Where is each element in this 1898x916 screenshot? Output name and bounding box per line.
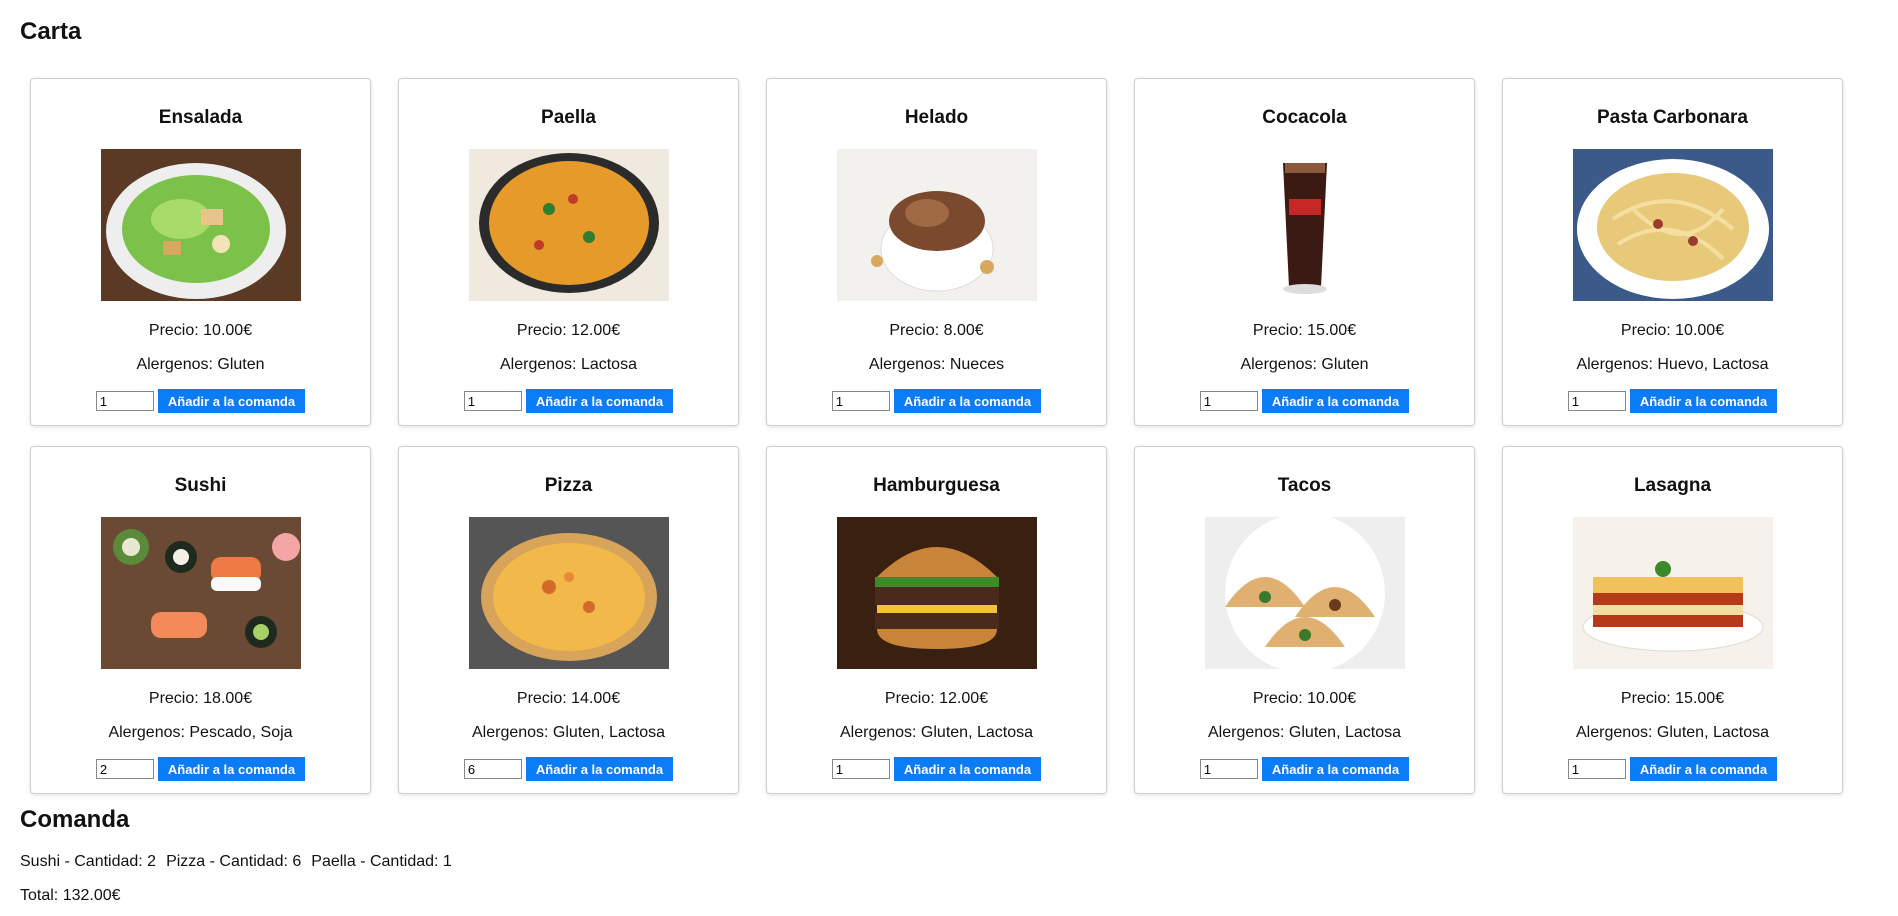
- cola-image: [1204, 149, 1405, 301]
- product-card-sushi: Sushi Precio: 18.00€ Alergenos: Pescado,…: [30, 446, 371, 794]
- add-to-order-button[interactable]: Añadir a la comanda: [1629, 757, 1778, 781]
- order-item: Pizza - Cantidad: 6: [166, 853, 302, 870]
- product-actions: Añadir a la comanda: [31, 757, 370, 781]
- product-card-lasagna: Lasagna Precio: 15.00€ Alergenos: Gluten…: [1502, 446, 1843, 794]
- product-actions: Añadir a la comanda: [399, 389, 738, 413]
- sushi-image: [100, 517, 301, 669]
- product-allergens: Alergenos: Gluten, Lactosa: [471, 724, 665, 741]
- order-item: Sushi - Cantidad: 2: [20, 853, 157, 870]
- product-name: Sushi: [174, 475, 227, 496]
- quantity-input[interactable]: [1199, 391, 1258, 411]
- quantity-input[interactable]: [1567, 759, 1626, 779]
- add-to-order-button[interactable]: Añadir a la comanda: [525, 389, 674, 413]
- product-card-helado: Helado Precio: 8.00€ Alergenos: Nueces A…: [766, 78, 1107, 426]
- product-grid: Ensalada Precio: 10.00€ Alergenos: Glute…: [30, 78, 1845, 794]
- product-allergens: Alergenos: Lactosa: [500, 356, 637, 373]
- quantity-input[interactable]: [95, 391, 154, 411]
- product-actions: Añadir a la comanda: [1503, 389, 1842, 413]
- quantity-input[interactable]: [463, 759, 522, 779]
- product-price: Precio: 10.00€: [1620, 322, 1725, 339]
- product-price: Precio: 10.00€: [1252, 690, 1357, 707]
- product-actions: Añadir a la comanda: [1135, 757, 1474, 781]
- product-card-tacos: Tacos Precio: 10.00€ Alergenos: Gluten, …: [1134, 446, 1475, 794]
- product-price: Precio: 12.00€: [884, 690, 989, 707]
- product-price: Precio: 14.00€: [516, 690, 621, 707]
- product-actions: Añadir a la comanda: [31, 389, 370, 413]
- product-actions: Añadir a la comanda: [399, 757, 738, 781]
- product-actions: Añadir a la comanda: [767, 389, 1106, 413]
- tacos-image: [1204, 517, 1405, 669]
- pizza-image: [468, 517, 669, 669]
- product-name: Pasta Carbonara: [1596, 107, 1748, 128]
- product-price: Precio: 8.00€: [889, 322, 984, 339]
- add-to-order-button[interactable]: Añadir a la comanda: [525, 757, 674, 781]
- product-actions: Añadir a la comanda: [1503, 757, 1842, 781]
- product-name: Pizza: [544, 475, 593, 496]
- add-to-order-button[interactable]: Añadir a la comanda: [893, 389, 1042, 413]
- add-to-order-button[interactable]: Añadir a la comanda: [893, 757, 1042, 781]
- add-to-order-button[interactable]: Añadir a la comanda: [157, 389, 306, 413]
- burger-image: [836, 517, 1037, 669]
- carta-title: Carta: [20, 18, 82, 45]
- order-item: Paella - Cantidad: 1: [311, 853, 452, 870]
- add-to-order-button[interactable]: Añadir a la comanda: [1629, 389, 1778, 413]
- comanda-title: Comanda: [20, 806, 130, 833]
- product-allergens: Alergenos: Gluten: [1240, 356, 1369, 373]
- paella-image: [468, 149, 669, 301]
- product-allergens: Alergenos: Gluten, Lactosa: [839, 724, 1033, 741]
- product-name: Hamburguesa: [873, 475, 1000, 496]
- add-to-order-button[interactable]: Añadir a la comanda: [157, 757, 306, 781]
- product-name: Paella: [541, 107, 596, 128]
- product-name: Cocacola: [1262, 107, 1347, 128]
- product-name: Tacos: [1277, 475, 1332, 496]
- product-price: Precio: 15.00€: [1252, 322, 1357, 339]
- product-name: Lasagna: [1633, 475, 1712, 496]
- product-card-hamburguesa: Hamburguesa Precio: 12.00€ Alergenos: Gl…: [766, 446, 1107, 794]
- product-allergens: Alergenos: Gluten, Lactosa: [1207, 724, 1401, 741]
- quantity-input[interactable]: [95, 759, 154, 779]
- quantity-input[interactable]: [831, 759, 890, 779]
- product-card-ensalada: Ensalada Precio: 10.00€ Alergenos: Glute…: [30, 78, 371, 426]
- product-actions: Añadir a la comanda: [767, 757, 1106, 781]
- product-price: Precio: 15.00€: [1620, 690, 1725, 707]
- product-allergens: Alergenos: Gluten, Lactosa: [1575, 724, 1769, 741]
- product-price: Precio: 10.00€: [148, 322, 253, 339]
- product-price: Precio: 18.00€: [148, 690, 253, 707]
- product-card-cocacola: Cocacola Precio: 15.00€ Alergenos: Glute…: [1134, 78, 1475, 426]
- quantity-input[interactable]: [1567, 391, 1626, 411]
- quantity-input[interactable]: [831, 391, 890, 411]
- product-card-pizza: Pizza Precio: 14.00€ Alergenos: Gluten, …: [398, 446, 739, 794]
- order-total: Total: 132.00€: [20, 887, 121, 904]
- product-allergens: Alergenos: Pescado, Soja: [108, 724, 293, 741]
- product-price: Precio: 12.00€: [516, 322, 621, 339]
- product-allergens: Alergenos: Huevo, Lactosa: [1576, 356, 1769, 373]
- add-to-order-button[interactable]: Añadir a la comanda: [1261, 389, 1410, 413]
- add-to-order-button[interactable]: Añadir a la comanda: [1261, 757, 1410, 781]
- ice-cream-image: [836, 149, 1037, 301]
- quantity-input[interactable]: [1199, 759, 1258, 779]
- quantity-input[interactable]: [463, 391, 522, 411]
- product-name: Helado: [904, 107, 969, 128]
- product-allergens: Alergenos: Nueces: [868, 356, 1005, 373]
- pasta-image: [1572, 149, 1773, 301]
- product-card-paella: Paella Precio: 12.00€ Alergenos: Lactosa…: [398, 78, 739, 426]
- product-actions: Añadir a la comanda: [1135, 389, 1474, 413]
- salad-image: [100, 149, 301, 301]
- product-card-pasta-carbonara: Pasta Carbonara Precio: 10.00€ Alergenos…: [1502, 78, 1843, 426]
- product-allergens: Alergenos: Gluten: [136, 356, 265, 373]
- order-items: Sushi - Cantidad: 2 Pizza - Cantidad: 6 Pa…: [20, 853, 462, 871]
- lasagna-image: [1572, 517, 1773, 669]
- product-name: Ensalada: [158, 107, 243, 128]
